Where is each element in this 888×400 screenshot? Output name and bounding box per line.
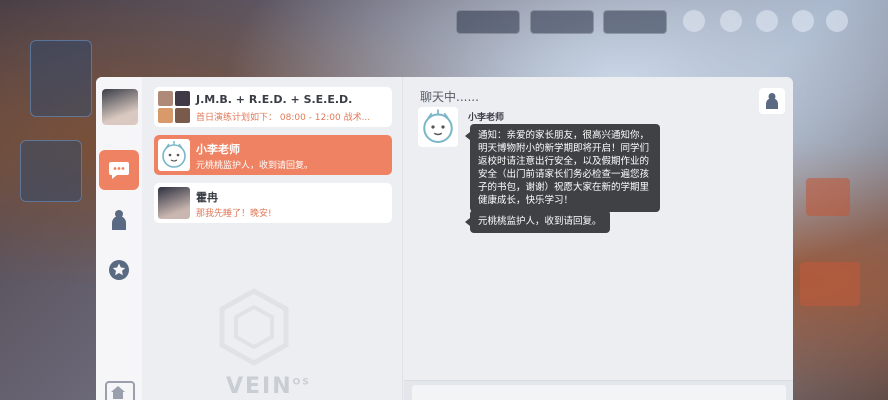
hud-icon (756, 10, 778, 32)
message-bubble: 通知：亲爱的家长朋友，很高兴通知你，明天博物附小的新学期即将开启！同学们返校时请… (465, 124, 660, 212)
doodle-face-icon (162, 141, 186, 168)
sender-avatar (418, 107, 458, 147)
bg-hud-panel (30, 40, 92, 117)
conversation-name: J.M.B. + R.E.D. + S.E.E.D. (196, 93, 353, 106)
chat-panel: 聊天中...... 小李老师 通知：亲爱的家长朋友，很高兴通知你，明天博物附小的… (404, 77, 793, 400)
group-avatar (158, 91, 190, 123)
panel-divider (402, 77, 403, 400)
chat-icon (109, 162, 129, 179)
profile-button[interactable] (759, 88, 785, 114)
conversation-item[interactable]: 霍冉 那我先睡了！晚安! (154, 183, 392, 223)
teacher-avatar (158, 139, 190, 171)
hud-icon (826, 10, 848, 32)
home-icon (111, 386, 125, 399)
conversation-name: 霍冉 (196, 191, 218, 204)
hud-button (603, 10, 667, 34)
home-button[interactable] (105, 381, 135, 400)
nav-favorites-button[interactable] (102, 253, 136, 287)
bg-card (800, 262, 860, 306)
conversation-snippet: 首日演练计划如下： 08:00 - 12:00 战术... (196, 113, 371, 123)
doodle-face-icon (423, 109, 453, 143)
contacts-icon (112, 210, 126, 230)
hud-button (530, 10, 594, 34)
bg-card (806, 178, 850, 216)
conversation-snippet: 那我先睡了！晚安! (196, 209, 272, 219)
nav-contacts-button[interactable] (102, 203, 136, 237)
star-icon (109, 260, 129, 280)
nav-chat-button[interactable] (99, 150, 139, 190)
conversation-item[interactable]: 小李老师 元桃桃监护人，收到请回复。 (154, 135, 392, 175)
hud-button (456, 10, 520, 34)
conversation-item[interactable]: J.M.B. + R.E.D. + S.E.E.D. 首日演练计划如下： 08:… (154, 87, 392, 127)
hud-icon (720, 10, 742, 32)
hud-icon (683, 10, 705, 32)
conversation-name: 小李老师 (196, 143, 240, 156)
nav-rail (96, 77, 142, 400)
message-input[interactable] (412, 385, 786, 400)
person-icon (766, 93, 778, 109)
chat-title: 聊天中...... (420, 90, 479, 104)
conversation-list: J.M.B. + R.E.D. + S.E.E.D. 首日演练计划如下： 08:… (148, 77, 400, 400)
sender-name: 小李老师 (468, 113, 505, 123)
hud-icon (792, 10, 814, 32)
logo-watermark-icon (219, 288, 289, 366)
bg-hud-panel (20, 140, 82, 202)
conversation-snippet: 元桃桃监护人，收到请回复。 (196, 161, 314, 171)
chat-window: J.M.B. + R.E.D. + S.E.E.D. 首日演练计划如下： 08:… (96, 77, 793, 400)
user-avatar[interactable] (102, 89, 138, 125)
contact-avatar (158, 187, 190, 219)
brand-logo: VEINOS (226, 374, 311, 399)
message-bubble: 元桃桃监护人，收到请回复。 (465, 210, 610, 233)
